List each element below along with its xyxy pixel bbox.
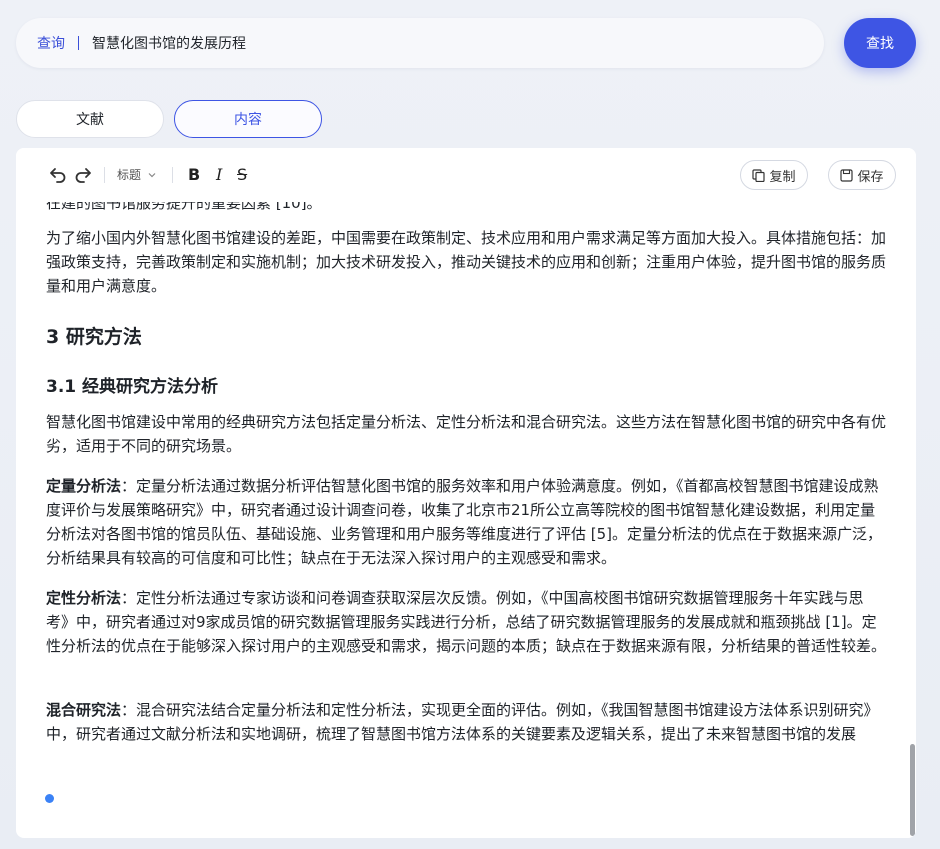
search-divider (78, 36, 79, 50)
term-qualitative: 定性分析法 (46, 589, 122, 607)
paragraph: 混合研究法：混合研究法结合定量分析法和定性分析法，实现更全面的评估。例如，《我国… (46, 698, 886, 746)
paragraph-truncated: 在建的图书馆服务提升的重要因素 [10]。 (46, 202, 322, 212)
chevron-down-icon (148, 172, 156, 177)
paragraph: 定量分析法：定量分析法通过数据分析评估智慧化图书馆的服务效率和用户体验满意度。例… (46, 474, 886, 570)
italic-button[interactable]: I (216, 165, 222, 184)
save-label: 保存 (857, 169, 884, 185)
toolbar-divider (172, 167, 173, 183)
copy-label: 复制 (769, 169, 796, 185)
search-bar[interactable]: 查询 智慧化图书馆的发展历程 (16, 18, 824, 68)
term-mixed: 混合研究法 (46, 701, 122, 719)
heading-select[interactable]: 标题 (117, 166, 157, 183)
paragraph: 定性分析法：定性分析法通过专家访谈和问卷调查获取深层次反馈。例如，《中国高校图书… (46, 586, 886, 658)
tab-literature[interactable]: 文献 (16, 100, 164, 138)
scrollbar[interactable] (910, 744, 915, 836)
redo-icon[interactable] (74, 165, 92, 185)
document-body[interactable]: 在建的图书馆服务提升的重要因素 [10]。 为了缩小国内外智慧化图书馆建设的差距… (16, 202, 916, 838)
loading-indicator (45, 794, 54, 803)
term-quantitative: 定量分析法 (46, 477, 122, 495)
section-heading: 3 研究方法 (46, 326, 142, 348)
editor-toolbar: 标题 B I S 复制 保存 (16, 148, 916, 202)
undo-icon[interactable] (49, 165, 67, 185)
toolbar-divider (104, 167, 105, 183)
strikethrough-button[interactable]: S (237, 165, 247, 184)
save-button[interactable]: 保存 (828, 160, 896, 190)
copy-button[interactable]: 复制 (740, 160, 808, 190)
heading-select-label: 标题 (117, 168, 142, 182)
subsection-heading: 3.1 经典研究方法分析 (46, 377, 219, 397)
search-input[interactable]: 智慧化图书馆的发展历程 (92, 33, 246, 53)
save-icon (840, 168, 854, 182)
tab-content[interactable]: 内容 (174, 100, 322, 138)
search-label: 查询 (37, 36, 65, 52)
paragraph-text: ：混合研究法结合定量分析法和定性分析法，实现更全面的评估。例如，《我国智慧图书馆… (46, 701, 879, 743)
bold-button[interactable]: B (188, 165, 200, 184)
copy-icon (752, 168, 766, 182)
editor-panel: 标题 B I S 复制 保存 在建的图书馆服务提升的重要因素 [10]。 为了缩… (16, 148, 916, 838)
paragraph: 为了缩小国内外智慧化图书馆建设的差距，中国需要在政策制定、技术应用和用户需求满足… (46, 229, 887, 295)
paragraph-text: ：定量分析法通过数据分析评估智慧化图书馆的服务效率和用户体验满意度。例如，《首都… (46, 477, 883, 567)
paragraph-text: ：定性分析法通过专家访谈和问卷调查获取深层次反馈。例如，《中国高校图书馆研究数据… (46, 589, 887, 655)
search-button[interactable]: 查找 (844, 18, 916, 68)
paragraph: 智慧化图书馆建设中常用的经典研究方法包括定量分析法、定性分析法和混合研究法。这些… (46, 413, 887, 455)
